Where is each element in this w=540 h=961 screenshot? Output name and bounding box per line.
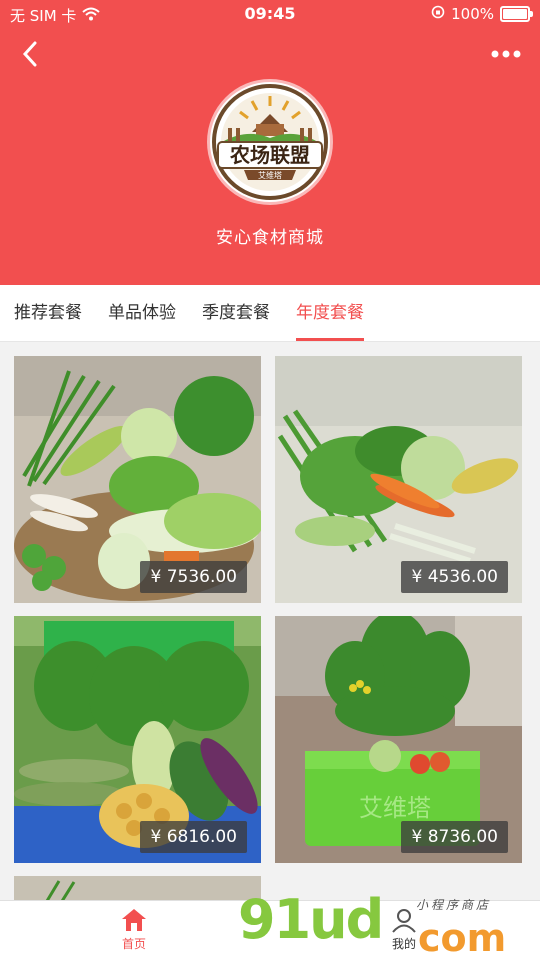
home-icon (94, 905, 174, 935)
product-card[interactable]: 艾维塔 ¥ 8736.00 (275, 616, 522, 863)
product-grid: ¥ 7536.00 ¥ 4536.00 ¥ 6816.00 艾维塔 ¥ 8736… (0, 343, 540, 903)
shop-name: 安心食材商城 (216, 228, 324, 248)
product-card[interactable]: ¥ 6816.00 (14, 616, 261, 863)
tab-single-item[interactable]: 单品体验 (108, 285, 176, 341)
category-tabs: 推荐套餐 单品体验 季度套餐 年度套餐 (0, 285, 540, 342)
price-tag: ¥ 7536.00 (140, 561, 247, 593)
tab-recommended[interactable]: 推荐套餐 (14, 285, 82, 341)
shop-logo: 农场联盟 艾维塔 (210, 82, 330, 202)
tab-quarterly[interactable]: 季度套餐 (202, 285, 270, 341)
status-bar: 无 SIM 卡 09:45 100% (0, 0, 540, 28)
product-card[interactable] (14, 876, 261, 903)
battery-icon (500, 6, 533, 22)
tabbar-home-label: 首页 (121, 937, 146, 951)
battery-percent: 100% (451, 5, 494, 23)
more-button[interactable] (486, 38, 526, 70)
user-icon (364, 905, 444, 935)
price-tag: ¥ 6816.00 (140, 821, 247, 853)
orientation-lock-icon (431, 5, 445, 23)
tab-annual[interactable]: 年度套餐 (296, 285, 364, 341)
chevron-left-icon (22, 41, 37, 67)
back-button[interactable] (14, 38, 46, 70)
tabbar-home[interactable]: 首页 (94, 905, 174, 952)
bottom-tabbar: 首页 我的 (0, 900, 540, 961)
tabbar-mine[interactable]: 我的 (364, 905, 444, 952)
tabbar-mine-label: 我的 (391, 937, 416, 951)
shop-header: 无 SIM 卡 09:45 100% 农场联盟 艾维塔 安心食材商城 (0, 0, 540, 285)
product-card[interactable]: ¥ 7536.00 (14, 356, 261, 603)
product-card[interactable]: ¥ 4536.00 (275, 356, 522, 603)
product-image (14, 876, 261, 903)
price-tag: ¥ 4536.00 (401, 561, 508, 593)
svg-text:艾维塔: 艾维塔 (359, 794, 431, 822)
svg-text:艾维塔: 艾维塔 (258, 170, 282, 180)
more-dots-icon (491, 50, 521, 58)
svg-text:农场联盟: 农场联盟 (229, 143, 310, 167)
price-tag: ¥ 8736.00 (401, 821, 508, 853)
